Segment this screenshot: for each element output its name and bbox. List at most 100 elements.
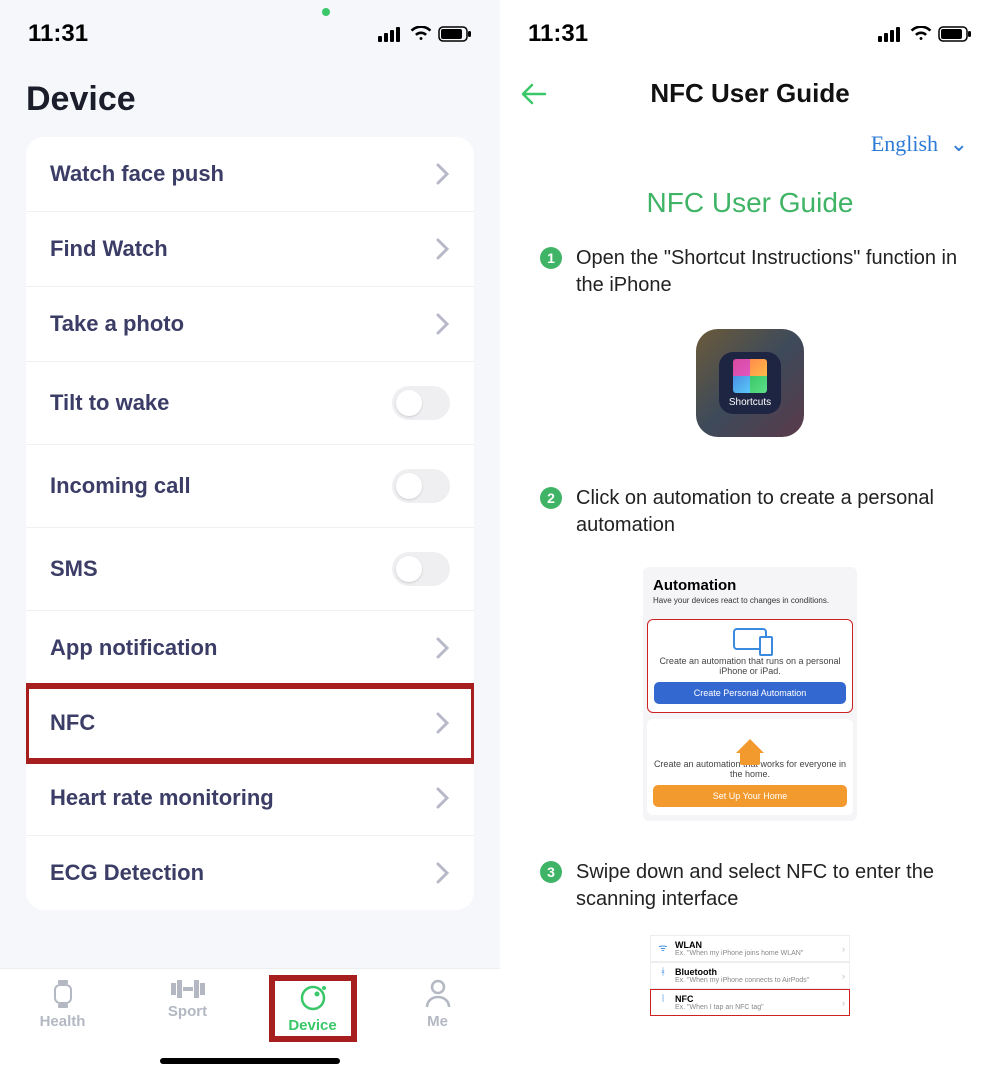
tab-me[interactable]: Me [398, 979, 478, 1030]
chevron-down-icon: ⌄ [950, 131, 968, 156]
row-heart-rate-monitoring[interactable]: Heart rate monitoring [26, 761, 474, 836]
create-personal-automation-button: Create Personal Automation [654, 682, 846, 704]
row-label: App notification [50, 635, 217, 661]
chevron-right-icon [436, 787, 450, 809]
tab-label: Sport [168, 1003, 207, 1020]
trigger-bluetooth: ᚼ Bluetooth Ex. "When my iPhone connects… [650, 962, 850, 989]
set-up-home-button: Set Up Your Home [653, 785, 847, 807]
trigger-wlan: ᯤ WLAN Ex. "When my iPhone joins home WL… [650, 935, 850, 962]
row-label: ECG Detection [50, 860, 204, 886]
step-1: 1 Open the "Shortcut Instructions" funct… [500, 237, 1000, 317]
shortcuts-app-icon: Shortcuts [696, 329, 804, 437]
tab-health[interactable]: Health [23, 979, 103, 1030]
automation-title: Automation [653, 577, 847, 594]
tab-device[interactable]: Device [273, 979, 353, 1038]
back-arrow-icon[interactable] [520, 83, 548, 105]
automation-panel-illustration: Automation Have your devices react to ch… [643, 567, 857, 821]
trigger-nfc: ⦚ NFC Ex. "When I tap an NFC tag" › [650, 989, 850, 1016]
step-number-badge: 1 [540, 247, 562, 269]
automation-subtitle: Have your devices react to changes in co… [653, 596, 847, 605]
tab-label: Health [40, 1013, 86, 1030]
device-icon [298, 983, 328, 1013]
person-icon [425, 979, 451, 1009]
shortcuts-label: Shortcuts [729, 397, 771, 408]
row-label: Tilt to wake [50, 390, 169, 416]
row-find-watch[interactable]: Find Watch [26, 212, 474, 287]
camera-indicator-dot [322, 8, 330, 16]
tab-bar: Health Sport Device Me [0, 968, 500, 1076]
battery-icon [938, 26, 972, 42]
home-automation-card: Create an automation that works for ever… [647, 719, 853, 815]
row-sms[interactable]: SMS [26, 528, 474, 611]
page-title: Device [0, 58, 500, 137]
toggle-switch[interactable] [392, 469, 450, 503]
language-selector[interactable]: English ⌄ [500, 123, 1000, 165]
tab-label: Me [427, 1013, 448, 1030]
row-label: Find Watch [50, 236, 168, 262]
row-app-notification[interactable]: App notification [26, 611, 474, 686]
step-text: Click on automation to create a personal… [576, 485, 960, 539]
chevron-right-icon [436, 238, 450, 260]
settings-card: Watch face push Find Watch Take a photo … [26, 137, 474, 910]
tab-sport[interactable]: Sport [148, 979, 228, 1020]
chevron-right-icon [436, 163, 450, 185]
nav-header: NFC User Guide [500, 58, 1000, 123]
trigger-subtitle: Ex. "When I tap an NFC tag" [675, 1004, 764, 1011]
wifi-icon [410, 26, 432, 42]
chevron-right-icon [436, 313, 450, 335]
wifi-small-icon: ᯤ [657, 940, 669, 954]
row-take-a-photo[interactable]: Take a photo [26, 287, 474, 362]
row-label: Watch face push [50, 161, 224, 187]
cellular-icon [378, 26, 404, 42]
language-label: English [871, 131, 938, 156]
bluetooth-icon: ᚼ [657, 967, 669, 978]
step-number-badge: 3 [540, 861, 562, 883]
home-indicator[interactable] [160, 1058, 340, 1064]
chevron-right-icon: › [842, 998, 845, 1008]
shortcuts-app-illustration: Shortcuts [500, 317, 1000, 477]
step-text: Swipe down and select NFC to enter the s… [576, 859, 960, 913]
home-icon [736, 739, 764, 753]
device-icon [733, 628, 767, 650]
toggle-switch[interactable] [392, 386, 450, 420]
toggle-switch[interactable] [392, 552, 450, 586]
row-nfc[interactable]: NFC [26, 686, 474, 761]
trigger-list-illustration: ᯤ WLAN Ex. "When my iPhone joins home WL… [650, 935, 850, 1016]
personal-automation-caption: Create an automation that runs on a pers… [654, 656, 846, 676]
row-incoming-call[interactable]: Incoming call [26, 445, 474, 528]
dumbbell-icon [171, 979, 205, 999]
status-bar: 11:31 [0, 0, 500, 58]
trigger-title: Bluetooth [675, 967, 809, 977]
chevron-right-icon: › [842, 971, 845, 981]
row-label: Incoming call [50, 473, 191, 499]
step-2: 2 Click on automation to create a person… [500, 477, 1000, 557]
nav-title: NFC User Guide [650, 78, 849, 109]
status-time: 11:31 [28, 20, 88, 48]
device-screen: 11:31 Device Watch face push Find Watch … [0, 0, 500, 1076]
step-3: 3 Swipe down and select NFC to enter the… [500, 851, 1000, 931]
row-label: SMS [50, 556, 98, 582]
battery-icon [438, 26, 472, 42]
trigger-subtitle: Ex. "When my iPhone joins home WLAN" [675, 950, 803, 957]
row-label: Take a photo [50, 311, 184, 337]
status-icons [878, 26, 972, 42]
trigger-title: NFC [675, 994, 764, 1004]
status-icons [378, 26, 472, 42]
step-number-badge: 2 [540, 487, 562, 509]
chevron-right-icon [436, 712, 450, 734]
watch-icon [49, 979, 77, 1009]
wifi-icon [910, 26, 932, 42]
nfc-guide-screen: 11:31 NFC User Guide English ⌄ NFC User … [500, 0, 1000, 1076]
status-time: 11:31 [528, 20, 588, 48]
tab-label: Device [288, 1017, 336, 1034]
row-watch-face-push[interactable]: Watch face push [26, 137, 474, 212]
trigger-subtitle: Ex. "When my iPhone connects to AirPods" [675, 977, 809, 984]
step-text: Open the "Shortcut Instructions" functio… [576, 245, 960, 299]
chevron-right-icon [436, 637, 450, 659]
status-bar: 11:31 [500, 0, 1000, 58]
nfc-icon: ⦚ [657, 994, 669, 1005]
guide-heading: NFC User Guide [500, 165, 1000, 237]
row-tilt-to-wake[interactable]: Tilt to wake [26, 362, 474, 445]
row-ecg-detection[interactable]: ECG Detection [26, 836, 474, 910]
trigger-title: WLAN [675, 940, 803, 950]
